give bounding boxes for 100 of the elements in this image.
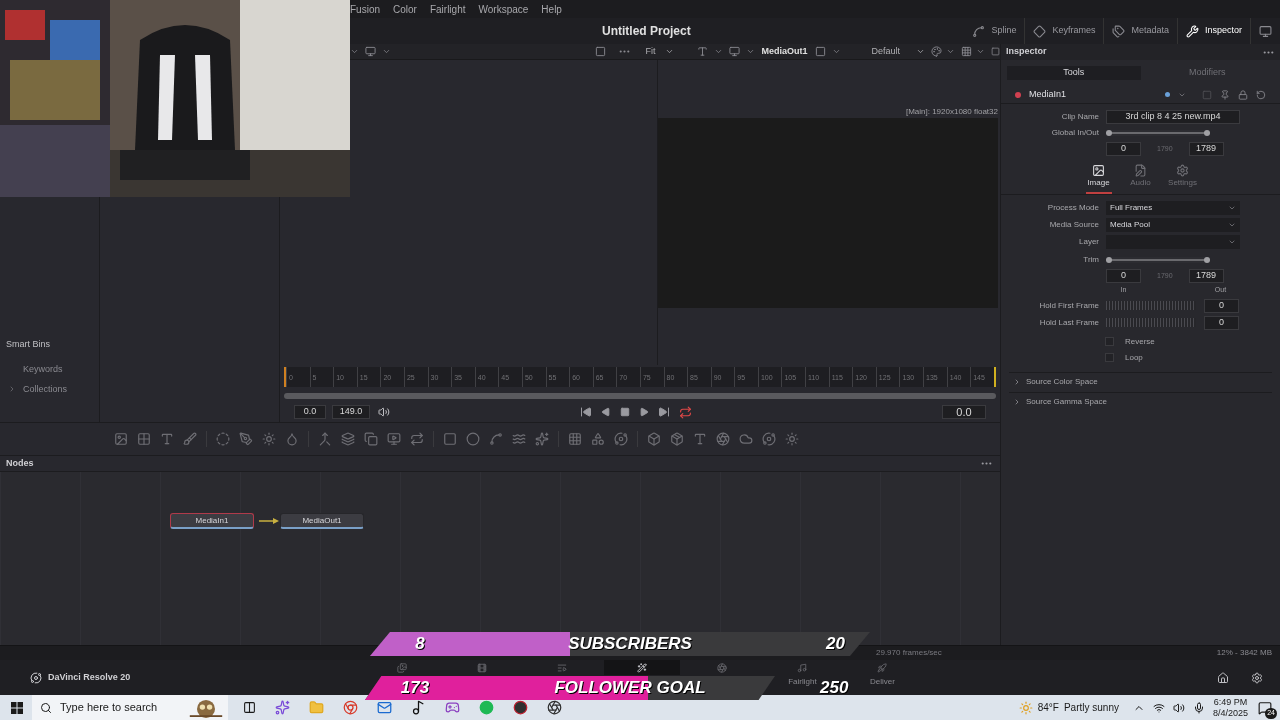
out-field[interactable]: 1789 [1188,269,1224,283]
shapes-icon[interactable] [591,432,605,446]
mode-tab[interactable]: Tools [1007,66,1141,80]
layers-icon[interactable] [341,432,355,446]
clock-time[interactable]: 6:49 PM [1213,696,1248,708]
monitor-icon[interactable] [365,46,376,57]
node[interactable]: MediaOut1 [280,513,364,529]
in-field[interactable]: 0 [1106,269,1141,283]
square-icon[interactable] [443,432,457,446]
chevron-right-icon[interactable] [8,385,16,394]
network-icon[interactable] [1152,701,1165,714]
text-icon[interactable] [697,46,709,57]
sun-icon[interactable] [785,432,799,446]
search-field[interactable]: Type here to search [32,695,228,720]
skip-back-icon[interactable] [580,406,592,418]
dropdown[interactable]: Media Pool [1106,218,1240,232]
box-icon[interactable] [647,432,661,446]
weather-icon[interactable] [1018,700,1033,715]
menu-item[interactable]: Workspace [478,1,529,17]
windows-logo-icon[interactable] [11,701,23,714]
loop-icon[interactable] [679,405,692,419]
menu-item[interactable]: Fusion [350,1,380,17]
section-header[interactable]: Source Gamma Space [1009,391,1272,412]
orbit-icon[interactable] [614,432,628,446]
sub-tab[interactable]: Image [1085,164,1112,194]
cloud-icon[interactable] [739,432,753,446]
in-field[interactable]: 0 [1106,142,1141,156]
lock-icon[interactable] [1238,89,1248,100]
package-icon[interactable] [670,432,684,446]
monitor-icon[interactable] [1259,24,1272,38]
home-icon[interactable] [1217,671,1229,684]
speaker-icon[interactable] [378,406,390,418]
clip-name-field[interactable]: 3rd clip 8 4 25 new.mp4 [1106,110,1240,124]
music-note-icon[interactable] [411,700,426,715]
monitor-icon[interactable] [729,46,741,57]
square-icon[interactable] [991,46,1000,57]
curve-icon[interactable] [489,432,503,446]
aperture-icon[interactable] [547,700,562,715]
menu-item[interactable]: Help [541,1,562,17]
chevron-down-icon[interactable] [976,47,985,56]
pen-icon[interactable] [239,432,253,446]
mic-icon[interactable] [1192,701,1205,714]
search-input[interactable]: Type here to search [60,699,172,716]
square-icon[interactable] [595,46,607,57]
stop-icon[interactable] [620,407,630,417]
chevron-down-icon[interactable] [382,47,391,56]
chevron-down-icon[interactable] [946,47,955,56]
lut-dropdown[interactable]: Default [871,44,925,59]
reset-icon[interactable] [1256,89,1266,100]
menu-item[interactable]: Fairlight [429,1,466,17]
grid-icon[interactable] [137,432,151,446]
image-icon[interactable] [114,432,128,446]
page-tab[interactable]: Fairlight [786,660,819,691]
palette-icon[interactable] [931,46,942,57]
particles-icon[interactable] [568,432,582,446]
start-time-field[interactable]: 0.0 [294,405,326,419]
settings-icon[interactable] [1251,671,1263,684]
zoom-dropdown[interactable]: Fit [645,44,694,59]
monitor-icon[interactable] [387,432,401,446]
dashed-circle-icon[interactable] [216,432,230,446]
chevron-down-icon[interactable] [746,47,756,56]
repeat-icon[interactable] [410,432,424,446]
end-time-field[interactable]: 149.0 [332,405,370,419]
copy-icon[interactable] [364,432,378,446]
page-tab[interactable]: Deliver [867,660,897,691]
droplet-icon[interactable] [285,432,299,446]
bin-item[interactable]: Keywords [23,363,63,377]
text-icon[interactable] [160,432,174,446]
sparkles-icon[interactable] [275,700,290,715]
folder-icon[interactable] [309,700,324,715]
dropdown[interactable]: Full Frames [1106,201,1240,215]
value-field[interactable]: 0 [1204,315,1239,330]
chevron-down-icon[interactable] [714,47,724,56]
value-field[interactable]: 0 [1204,298,1239,313]
pin-icon[interactable] [1220,89,1230,100]
text-icon[interactable] [693,432,707,446]
browser-icon[interactable] [343,700,358,715]
square-icon[interactable] [815,46,827,57]
chevron-down-icon[interactable] [350,47,359,56]
bin-item[interactable]: Collections [23,382,68,396]
grid-icon[interactable] [961,46,972,57]
checkbox[interactable] [1105,337,1114,346]
menu-item[interactable]: Color [393,1,417,17]
node[interactable]: MediaIn1 [170,513,254,529]
sun-icon[interactable] [262,432,276,446]
section-header[interactable]: Source Color Space [1009,371,1272,392]
out-field[interactable]: 1789 [1188,142,1224,156]
gamepad-icon[interactable] [445,700,460,715]
play-icon[interactable] [639,407,649,417]
clock-date[interactable]: 8/4/2025 [1212,707,1248,719]
merge-icon[interactable] [318,432,332,446]
brush-icon[interactable] [183,432,197,446]
skip-forward-icon[interactable] [658,406,670,418]
volume-icon[interactable] [1172,701,1185,714]
current-time-field[interactable]: 0.0 [942,405,986,419]
play-reverse-icon[interactable] [601,407,611,417]
chevron-down-icon[interactable] [832,47,842,56]
mail-icon[interactable] [377,700,392,715]
task-view-icon[interactable] [243,701,256,714]
checkbox[interactable] [1105,353,1114,362]
